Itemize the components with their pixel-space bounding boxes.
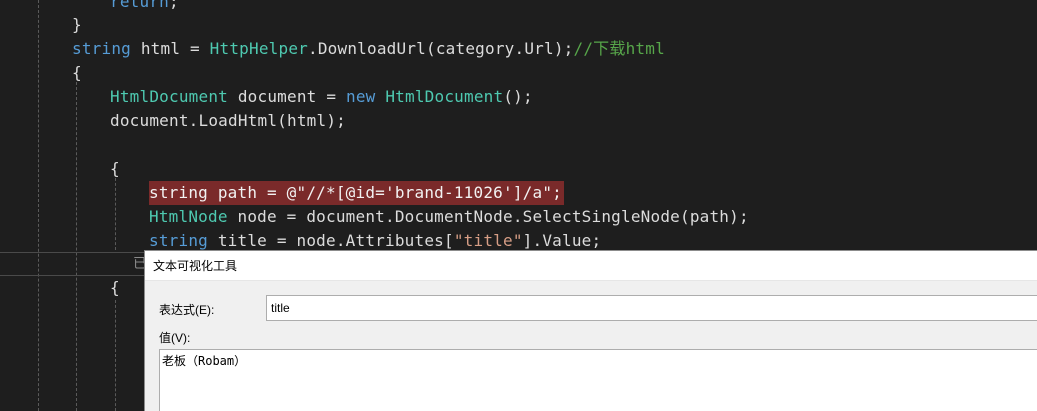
- expression-input[interactable]: [266, 295, 1037, 321]
- code-token: ;: [169, 0, 179, 11]
- code-line-open-brace-3[interactable]: {: [110, 276, 120, 300]
- code-token: document =: [228, 87, 346, 106]
- code-token: HtmlNode: [149, 207, 228, 226]
- code-token: html =: [131, 39, 210, 58]
- code-line-open-brace-2[interactable]: {: [110, 157, 120, 181]
- code-token: //下载html: [573, 39, 665, 58]
- value-textbox[interactable]: 老板（Robam）: [159, 349, 1037, 411]
- code-token: string: [149, 183, 208, 202]
- code-token: HtmlDocument: [385, 87, 504, 106]
- code-line-open-brace[interactable]: {: [72, 61, 82, 85]
- text-visualizer-dialog[interactable]: 文本可视化工具 表达式(E): 值(V): 老板（Robam）: [144, 250, 1037, 411]
- code-token: string: [149, 231, 208, 250]
- code-token: string: [72, 39, 131, 58]
- code-token: return: [110, 0, 169, 11]
- code-token: ;: [552, 183, 563, 202]
- indent-guide: [38, 0, 39, 411]
- code-token: title = node.Attributes[: [208, 231, 454, 250]
- code-editor[interactable]: return; } string html = HttpHelper.Downl…: [0, 0, 1037, 411]
- code-line-html-document[interactable]: HtmlDocument document = new HtmlDocument…: [110, 85, 533, 109]
- code-token: {: [72, 63, 82, 82]
- indent-guide: [115, 178, 116, 250]
- code-line-select-node[interactable]: HtmlNode node = document.DocumentNode.Se…: [149, 205, 749, 229]
- dialog-title: 文本可视化工具: [153, 259, 238, 273]
- code-token: new: [346, 87, 376, 106]
- code-token: {: [110, 159, 120, 178]
- code-token: @"//*[@id='brand-11026']/a": [286, 183, 553, 202]
- code-token: {: [110, 278, 120, 297]
- indent-guide: [76, 82, 77, 411]
- code-token: "title": [453, 231, 523, 250]
- expression-label: 表达式(E):: [159, 303, 215, 317]
- code-token: }: [72, 15, 82, 34]
- dialog-titlebar[interactable]: 文本可视化工具: [145, 251, 1037, 281]
- code-line-download-html[interactable]: string html = HttpHelper.DownloadUrl(cat…: [72, 37, 665, 61]
- code-line-return[interactable]: return;: [110, 0, 179, 14]
- value-label: 值(V):: [159, 331, 191, 345]
- code-token: ();: [503, 87, 533, 106]
- code-token: path =: [208, 183, 287, 202]
- dialog-body: 表达式(E): 值(V): 老板（Robam）: [145, 281, 1037, 411]
- code-line-xpath-breakpoint[interactable]: string path = @"//*[@id='brand-11026']/a…: [149, 181, 565, 205]
- code-token: .DownloadUrl(category.Url);: [308, 39, 574, 58]
- code-line-load-html[interactable]: document.LoadHtml(html);: [110, 109, 346, 133]
- code-line-close-brace[interactable]: }: [72, 13, 82, 37]
- code-token: HttpHelper: [209, 39, 308, 58]
- code-token: ].Value;: [522, 231, 602, 250]
- code-token: node = document.DocumentNode.SelectSingl…: [227, 207, 749, 226]
- code-token: HtmlDocument: [110, 87, 228, 106]
- code-token: document.LoadHtml(html);: [110, 111, 346, 130]
